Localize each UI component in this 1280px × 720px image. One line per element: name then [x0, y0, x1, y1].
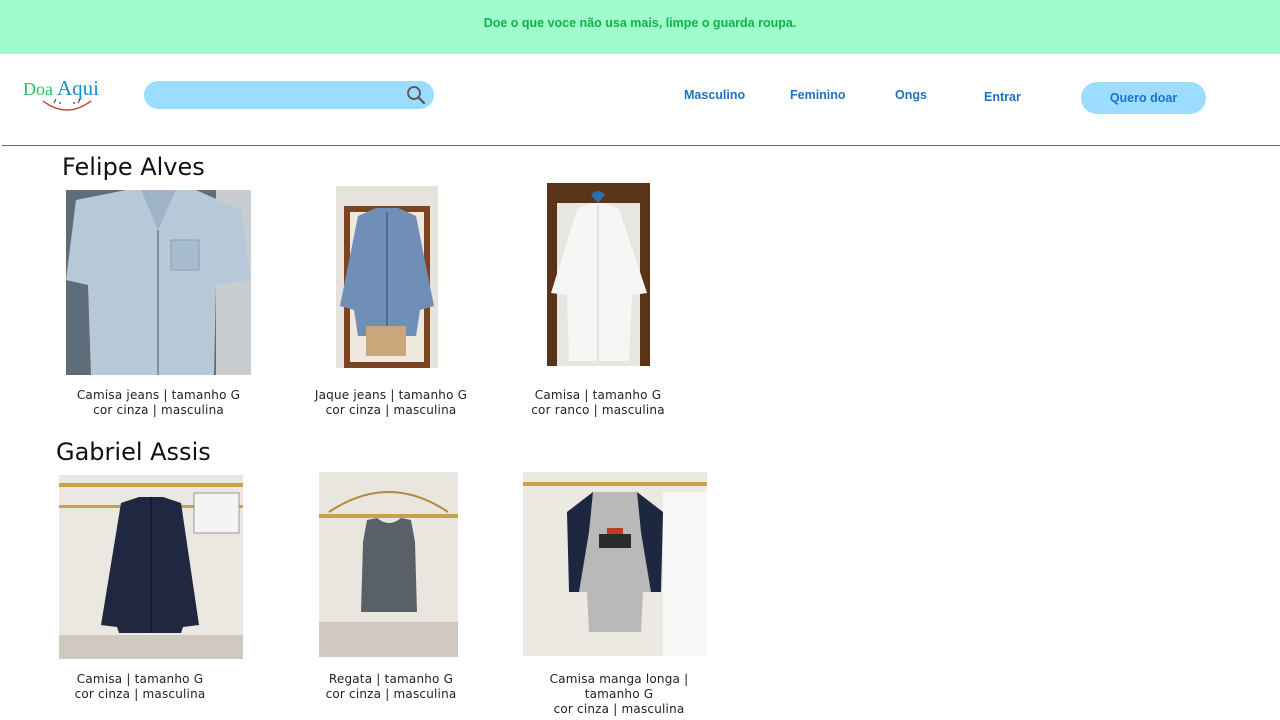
top-banner: Doe o que voce não usa mais, limpe o gua…	[0, 0, 1280, 54]
search-input[interactable]	[144, 81, 434, 109]
donor-name-felipe: Felipe Alves	[62, 153, 205, 181]
search-icon[interactable]	[406, 85, 426, 105]
item-photo-regata[interactable]	[319, 472, 458, 657]
item-caption-line1: Camisa manga longa |	[549, 672, 689, 686]
nav-masculino[interactable]: Masculino	[684, 88, 745, 102]
item-caption-line1: Camisa jeans | tamanho G	[76, 388, 241, 402]
item-caption-line1: Camisa | tamanho G	[76, 672, 204, 686]
item-caption: Camisa manga longa | tamanho G cor cinza…	[545, 672, 693, 717]
item-caption-line2: cor cinza | masculina	[74, 687, 206, 701]
item-caption: Jaque jeans | tamanho G cor cinza | masc…	[306, 388, 476, 418]
item-caption: Camisa | tamanho G cor cinza | masculina	[59, 672, 221, 702]
item-caption: Regata | tamanho G cor cinza | masculina	[306, 672, 476, 702]
item-photo-jaqueta-jeans[interactable]	[336, 186, 438, 368]
item-caption: Camisa | tamanho G cor ranco | masculina	[523, 388, 673, 418]
item-caption-line2: tamanho G	[584, 687, 654, 701]
item-caption-line1: Camisa | tamanho G	[534, 388, 662, 402]
nav-feminino[interactable]: Feminino	[790, 88, 846, 102]
item-caption: Camisa jeans | tamanho G cor cinza | mas…	[66, 388, 251, 418]
nav-entrar[interactable]: Entrar	[984, 90, 1021, 104]
header-divider	[2, 145, 1280, 146]
logo[interactable]: Doa Aqui	[22, 76, 112, 118]
item-caption-line2: cor cinza | masculina	[325, 687, 457, 701]
item-caption-line1: Regata | tamanho G	[328, 672, 454, 686]
item-caption-line2: cor cinza | masculina	[325, 403, 457, 417]
donor-name-gabriel: Gabriel Assis	[56, 438, 211, 466]
item-caption-line1: Jaque jeans | tamanho G	[314, 388, 468, 402]
item-caption-line2: cor cinza | masculina	[93, 403, 224, 417]
nav-ongs[interactable]: Ongs	[895, 88, 927, 102]
logo-smile-icon	[42, 98, 92, 111]
item-photo-camisa-social[interactable]	[59, 475, 243, 659]
item-caption-line3: cor cinza | masculina	[553, 702, 685, 716]
item-photo-camisa-jeans[interactable]	[66, 190, 251, 375]
banner-text: Doe o que voce não usa mais, limpe o gua…	[483, 16, 797, 30]
item-photo-camisa-branca[interactable]	[547, 183, 650, 366]
item-caption-line2: cor ranco | masculina	[531, 403, 665, 417]
quero-doar-button[interactable]: Quero doar	[1081, 82, 1206, 114]
item-photo-camisa-manga-longa[interactable]	[523, 472, 707, 656]
